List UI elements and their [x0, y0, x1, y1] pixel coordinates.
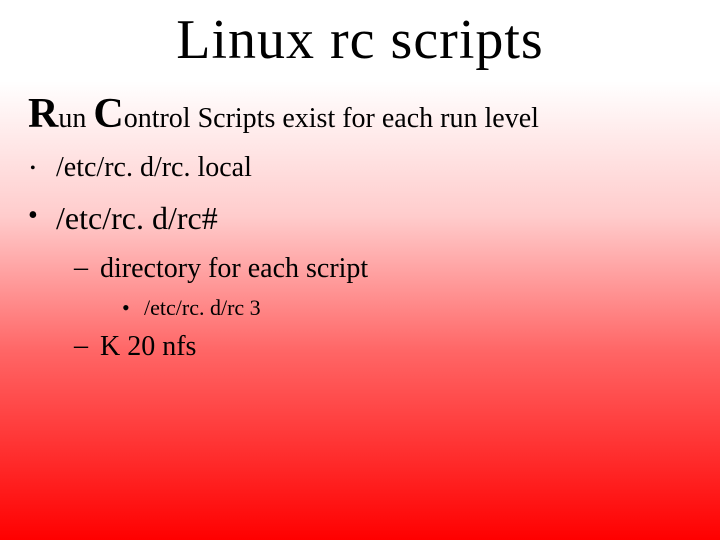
cap-r: R	[28, 91, 58, 137]
cap-c: C	[93, 91, 123, 137]
bullet-subsubitem: /etc/rc. d/rc 3	[0, 291, 720, 325]
bullet-item: /etc/rc. d/rc. local	[0, 146, 720, 190]
bullet-subitem: directory for each script	[0, 247, 720, 291]
slide-subtitle: Run Control Scripts exist for each run l…	[0, 72, 720, 146]
bullet-item: /etc/rc. d/rc#	[0, 190, 720, 247]
bullet-subitem: K 20 nfs	[0, 325, 720, 369]
slide-title: Linux rc scripts	[0, 0, 720, 72]
text-rest: ontrol Scripts exist for each run level	[124, 103, 539, 134]
text-un: un	[58, 103, 93, 134]
